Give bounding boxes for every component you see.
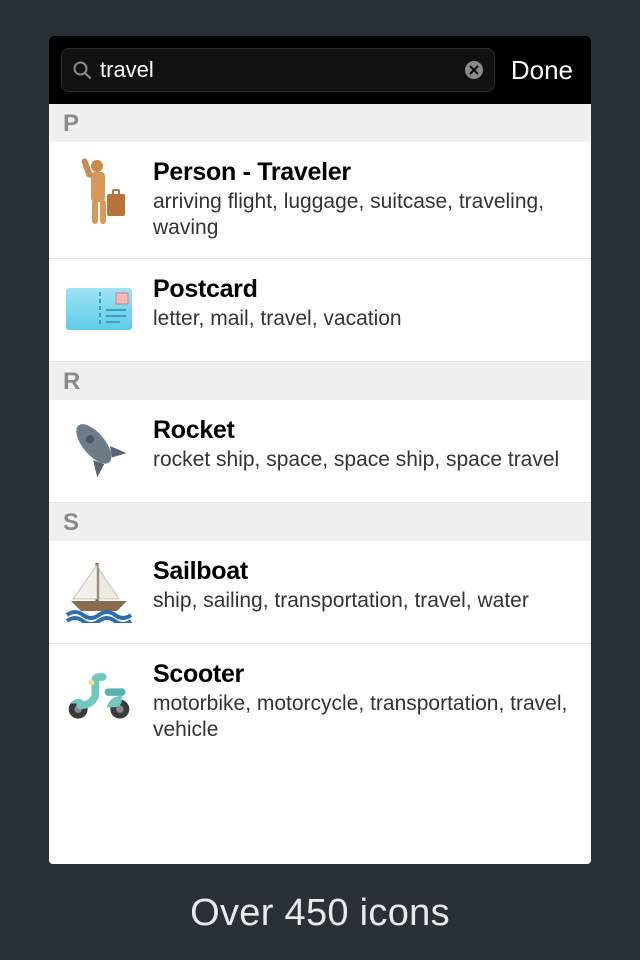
search-icon <box>72 60 92 80</box>
scooter-icon <box>63 658 135 730</box>
list-item[interactable]: Scooter motorbike, motorcycle, transport… <box>49 644 591 760</box>
item-title: Person - Traveler <box>153 158 575 187</box>
section-header-p: P <box>49 104 591 142</box>
sailboat-icon <box>63 555 135 627</box>
done-button[interactable]: Done <box>505 55 579 86</box>
item-tags: motorbike, motorcycle, transportation, t… <box>153 691 575 744</box>
results-list: P Person - Trav <box>49 104 591 864</box>
search-input[interactable] <box>100 57 456 83</box>
clear-search-icon[interactable] <box>464 60 484 80</box>
promo-caption: Over 450 icons <box>190 892 450 935</box>
icon-picker-panel: Done P <box>49 36 591 864</box>
item-title: Rocket <box>153 416 575 445</box>
section-header-r: R <box>49 362 591 400</box>
search-field-wrapper[interactable] <box>61 48 495 92</box>
search-bar: Done <box>49 36 591 104</box>
list-item[interactable]: Rocket rocket ship, space, space ship, s… <box>49 400 591 503</box>
item-title: Sailboat <box>153 557 575 586</box>
list-item[interactable]: Person - Traveler arriving flight, lugga… <box>49 142 591 259</box>
item-title: Postcard <box>153 275 575 304</box>
item-tags: rocket ship, space, space ship, space tr… <box>153 447 575 473</box>
item-title: Scooter <box>153 660 575 689</box>
list-item[interactable]: Sailboat ship, sailing, transportation, … <box>49 541 591 644</box>
postcard-icon <box>63 273 135 345</box>
list-item[interactable]: Postcard letter, mail, travel, vacation <box>49 259 591 362</box>
item-tags: ship, sailing, transportation, travel, w… <box>153 588 575 614</box>
item-tags: letter, mail, travel, vacation <box>153 306 575 332</box>
rocket-icon <box>63 414 135 486</box>
item-tags: arriving flight, luggage, suitcase, trav… <box>153 189 575 242</box>
section-header-s: S <box>49 503 591 541</box>
person-traveler-icon <box>63 156 135 228</box>
